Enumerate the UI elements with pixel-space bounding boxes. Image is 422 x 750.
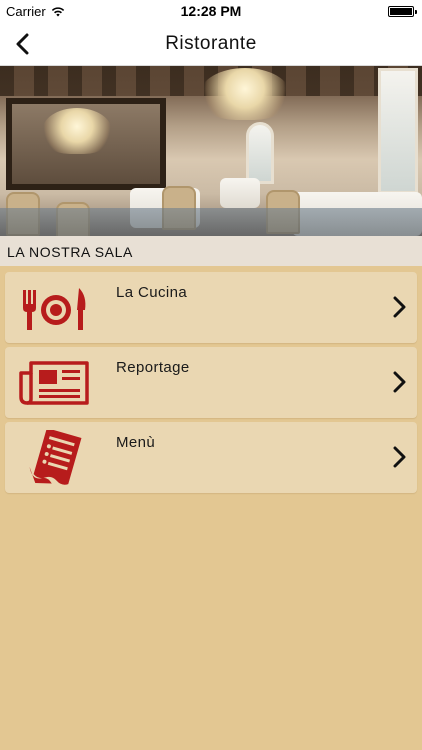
dining-room-photo (0, 66, 422, 236)
menu-item-la-cucina[interactable]: La Cucina (5, 272, 417, 343)
menu-item-label: Reportage (116, 359, 190, 376)
chevron-right-icon (393, 446, 406, 468)
newspaper-icon (19, 361, 89, 405)
menu-item-label: La Cucina (116, 284, 188, 301)
section-caption: LA NOSTRA SALA (7, 244, 133, 260)
chevron-right-icon (393, 371, 406, 393)
clock: 12:28 PM (180, 3, 242, 19)
chevron-right-icon (393, 296, 406, 318)
menu-item-reportage[interactable]: Reportage (5, 347, 417, 418)
menu-item-menu[interactable]: Menù (5, 422, 417, 493)
window-right (378, 68, 418, 194)
battery-icon (388, 6, 417, 17)
menu-item-label: Menù (116, 434, 156, 451)
section-caption-bar: LA NOSTRA SALA (0, 236, 422, 266)
cutlery-plate-icon (23, 288, 86, 330)
page-title: Ristorante (165, 33, 257, 54)
chandelier-left (42, 108, 112, 154)
navigation-bar: Ristorante (0, 22, 422, 66)
floor-rug (0, 208, 422, 236)
table-center (220, 178, 260, 208)
menu-document-icon (29, 430, 82, 485)
status-bar: Carrier 12:28 PM (0, 0, 422, 22)
window-center (246, 122, 274, 184)
chandelier-center (200, 68, 290, 120)
